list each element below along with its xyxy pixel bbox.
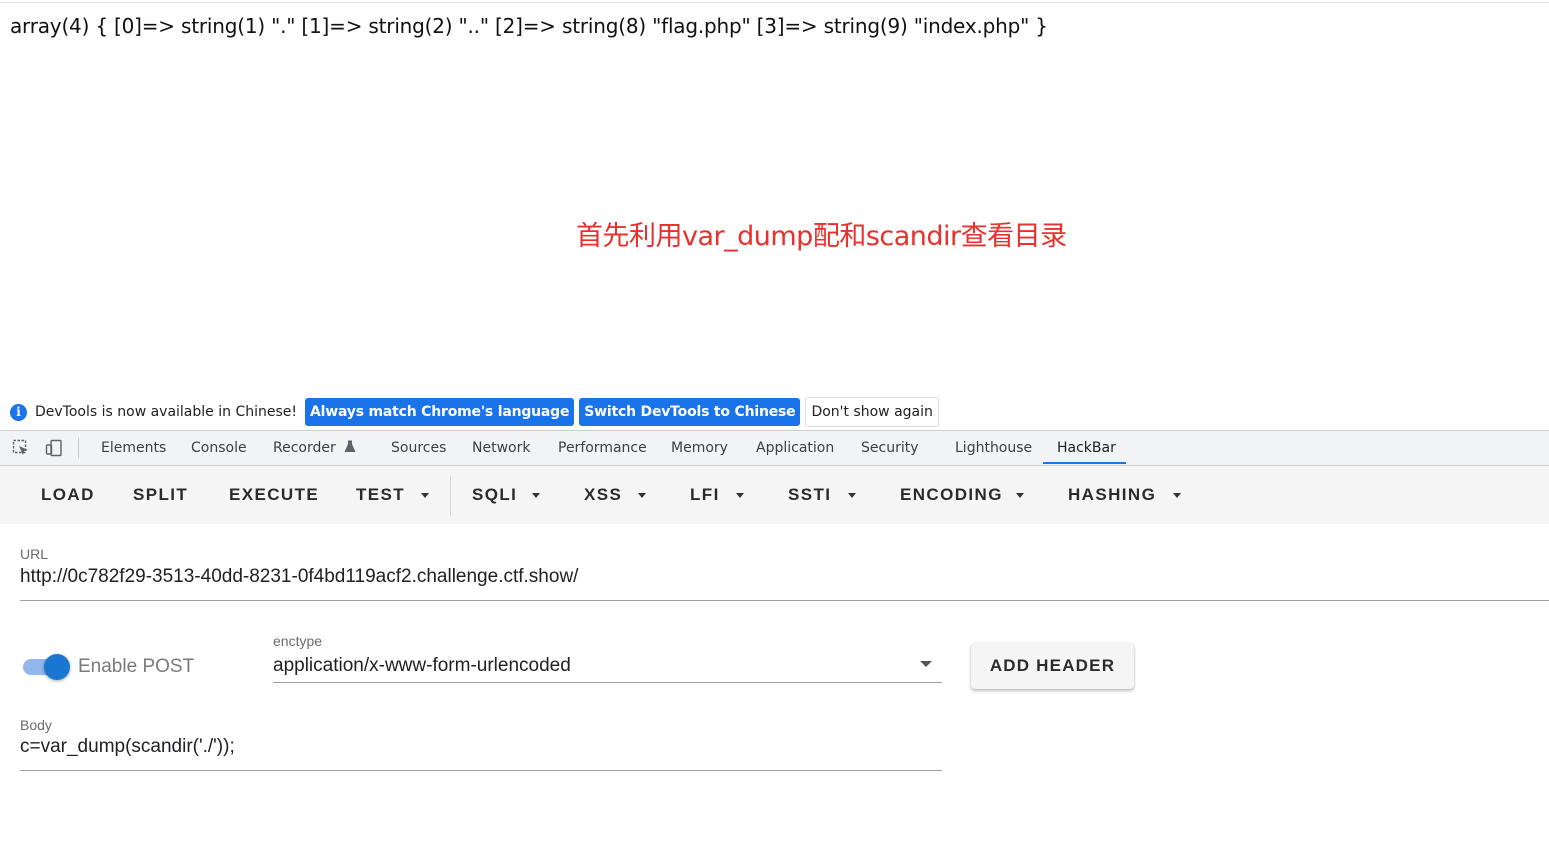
hashing-menu-button[interactable]: HASHING (1068, 466, 1156, 524)
url-underline (20, 600, 1549, 601)
chevron-down-icon (1016, 493, 1024, 498)
tab-application[interactable]: Application (756, 431, 834, 465)
tab-recorder[interactable]: Recorder (273, 431, 356, 465)
test-menu-button[interactable]: TEST (356, 466, 405, 524)
dropdown-arrow-icon[interactable] (920, 661, 932, 667)
divider (450, 476, 451, 516)
add-header-button[interactable]: ADD HEADER (971, 643, 1134, 689)
chevron-down-icon (421, 493, 429, 498)
hackbar-toolbar: LOAD SPLIT EXECUTE TEST SQLI XSS LFI SST… (0, 466, 1549, 524)
enctype-select[interactable]: application/x-www-form-urlencoded (273, 655, 571, 677)
flask-icon (344, 440, 356, 452)
body-label: Body (20, 717, 52, 733)
devtools-tabbar: Elements Console Recorder Sources Networ… (0, 430, 1549, 466)
ssti-menu-button[interactable]: SSTI (788, 466, 831, 524)
execute-button[interactable]: EXECUTE (229, 466, 319, 524)
tab-console[interactable]: Console (191, 431, 247, 465)
active-tab-indicator (1043, 462, 1126, 464)
url-label: URL (20, 546, 49, 562)
tab-hackbar[interactable]: HackBar (1057, 431, 1116, 465)
chevron-down-icon (638, 493, 646, 498)
page-content: array(4) { [0]=> string(1) "." [1]=> str… (0, 0, 1549, 395)
dont-show-again-button[interactable]: Don't show again (805, 397, 939, 427)
lfi-menu-button[interactable]: LFI (690, 466, 720, 524)
chevron-down-icon (532, 493, 540, 498)
body-underline (20, 770, 942, 771)
enable-post-toggle[interactable] (44, 654, 70, 680)
body-input[interactable]: c=var_dump(scandir('./')); (20, 736, 235, 758)
enctype-underline (273, 682, 942, 683)
enctype-label: enctype (273, 633, 323, 649)
url-input[interactable]: http://0c782f29-3513-40dd-8231-0f4bd119a… (20, 566, 578, 588)
chevron-down-icon (848, 493, 856, 498)
split-button[interactable]: SPLIT (133, 466, 188, 524)
info-icon: i (10, 403, 27, 421)
encoding-menu-button[interactable]: ENCODING (900, 466, 1003, 524)
tab-performance[interactable]: Performance (558, 431, 647, 465)
php-output: array(4) { [0]=> string(1) "." [1]=> str… (10, 14, 1048, 38)
tab-memory[interactable]: Memory (671, 431, 728, 465)
divider (0, 2, 1549, 3)
annotation-text: 首先利用var_dump配和scandir查看目录 (576, 221, 1067, 252)
load-button[interactable]: LOAD (41, 466, 95, 524)
divider (78, 438, 79, 458)
device-toolbar-icon[interactable] (45, 439, 63, 457)
inspect-element-icon[interactable] (12, 439, 30, 457)
tab-network[interactable]: Network (472, 431, 530, 465)
chevron-down-icon (736, 493, 744, 498)
chevron-down-icon (1173, 493, 1181, 498)
enable-post-label: Enable POST (78, 656, 195, 677)
tab-security[interactable]: Security (861, 431, 919, 465)
xss-menu-button[interactable]: XSS (584, 466, 622, 524)
tab-lighthouse[interactable]: Lighthouse (955, 431, 1032, 465)
tab-recorder-label: Recorder (273, 440, 336, 456)
always-match-language-button[interactable]: Always match Chrome's language (305, 398, 575, 426)
switch-to-chinese-button[interactable]: Switch DevTools to Chinese (579, 398, 801, 426)
devtools-infobar: i DevTools is now available in Chinese! … (0, 395, 1549, 429)
infobar-message: DevTools is now available in Chinese! (35, 404, 297, 420)
sqli-menu-button[interactable]: SQLI (472, 466, 517, 524)
tab-sources[interactable]: Sources (391, 431, 446, 465)
tab-elements[interactable]: Elements (101, 431, 166, 465)
